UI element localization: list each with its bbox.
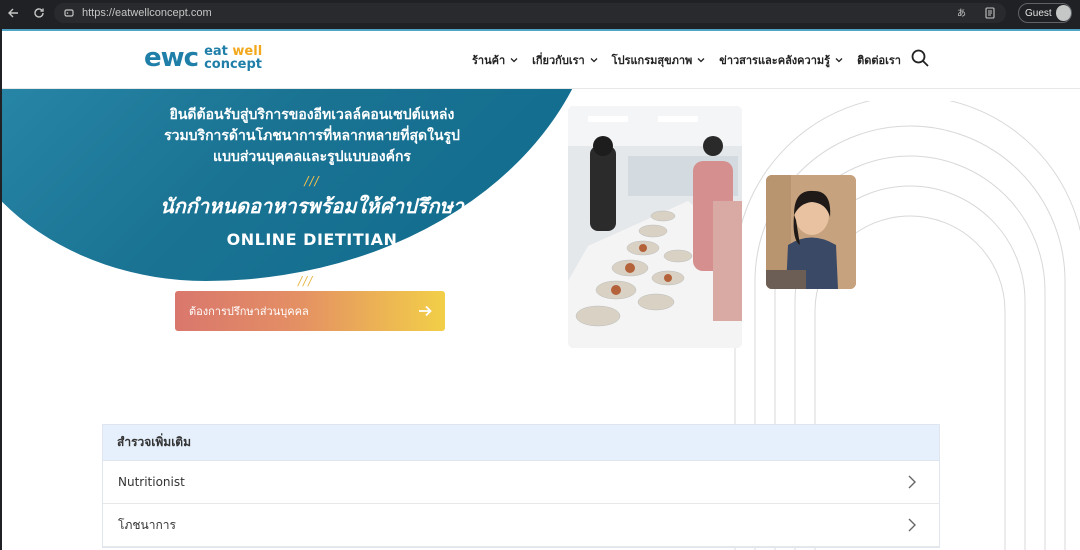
avatar [1055, 5, 1071, 21]
back-icon[interactable] [0, 0, 26, 26]
menu-item-about[interactable]: เกี่ยวกับเรา [532, 51, 598, 69]
logo-wordmark: eat well concept [204, 45, 262, 71]
site-logo[interactable]: ewc eat well concept [144, 43, 262, 73]
reader-icon[interactable] [982, 5, 998, 21]
hero-copy: ยินดีต้อนรับสู่บริการของอีทเวลล์คอนเซปต์… [102, 105, 522, 249]
menu-item-contact[interactable]: ติดต่อเรา [857, 51, 901, 69]
consult-button-label: ต้องการปรึกษาส่วนบุคคล [189, 305, 309, 318]
search-icon[interactable] [910, 48, 930, 68]
explore-item-nutritionist[interactable]: Nutritionist [103, 461, 939, 504]
menu-item-news[interactable]: ข่าวสารและคลังความรู้ [719, 51, 843, 69]
chevron-down-icon [590, 58, 598, 63]
main-menu: ร้านค้า เกี่ยวกับเรา โปรแกรมสุขภาพ ข่าวส… [472, 51, 901, 69]
menu-item-programs[interactable]: โปรแกรมสุขภาพ [612, 51, 706, 69]
hero-line-1: ยินดีต้อนรับสู่บริการของอีทเวลล์คอนเซปต์… [169, 107, 455, 123]
chevron-right-icon [908, 475, 916, 489]
chevron-down-icon [697, 58, 705, 63]
profile-button[interactable]: Guest [1018, 3, 1072, 23]
explore-title: สำรวจเพิ่มเติม [103, 425, 939, 461]
hero-slashes: /// [304, 174, 320, 188]
chevron-right-icon [908, 518, 916, 532]
consult-button[interactable]: ต้องการปรึกษาส่วนบุคคล [175, 291, 445, 331]
menu-label: โปรแกรมสุขภาพ [611, 54, 693, 67]
hero-headline: นักกำหนดอาหารพร้อมให้คำปรึกษา [159, 194, 464, 218]
menu-label: เกี่ยวกับเรา [532, 54, 585, 67]
translate-icon[interactable]: あ [956, 5, 972, 21]
explore-item-nutrition[interactable]: โภชนาการ [103, 504, 939, 547]
dietitian-photo [766, 175, 856, 289]
hero-line-2: รวมบริการด้านโภชนาการที่หลากหลายที่สุดใน… [164, 128, 460, 144]
reload-icon[interactable] [26, 0, 52, 26]
explore-more-panel: สำรวจเพิ่มเติม Nutritionist โภชนาการ [102, 424, 940, 548]
menu-label: ติดต่อเรา [857, 54, 901, 67]
logo-word-concept: concept [204, 57, 263, 72]
hero-line-3: แบบส่วนบุคคลและรูปแบบองค์กร [213, 149, 411, 165]
logo-mark: ewc [144, 43, 199, 73]
chevron-down-icon [510, 58, 518, 63]
menu-item-shop[interactable]: ร้านค้า [472, 51, 518, 69]
hero-subheadline: ONLINE DIETITIAN [226, 230, 398, 249]
menu-label: ร้านค้า [472, 54, 506, 67]
url-text[interactable]: https://eatwellconcept.com [82, 7, 212, 19]
hero-slashes-lower: /// [298, 274, 314, 288]
site-info-icon[interactable] [62, 6, 76, 20]
profile-label: Guest [1025, 7, 1052, 19]
buffet-photo [568, 106, 742, 348]
web-page: ewc eat well concept ร้านค้า เกี่ยวกับเร… [2, 29, 1080, 550]
svg-text:あ: あ [957, 8, 966, 19]
explore-item-label: Nutritionist [118, 475, 185, 489]
chevron-down-icon [835, 58, 843, 63]
site-header: ewc eat well concept ร้านค้า เกี่ยวกับเร… [2, 31, 1080, 89]
address-bar[interactable]: https://eatwellconcept.com あ [54, 3, 1006, 23]
arrow-right-icon [419, 305, 432, 317]
menu-label: ข่าวสารและคลังความรู้ [719, 54, 831, 67]
explore-item-label: โภชนาการ [118, 517, 176, 532]
